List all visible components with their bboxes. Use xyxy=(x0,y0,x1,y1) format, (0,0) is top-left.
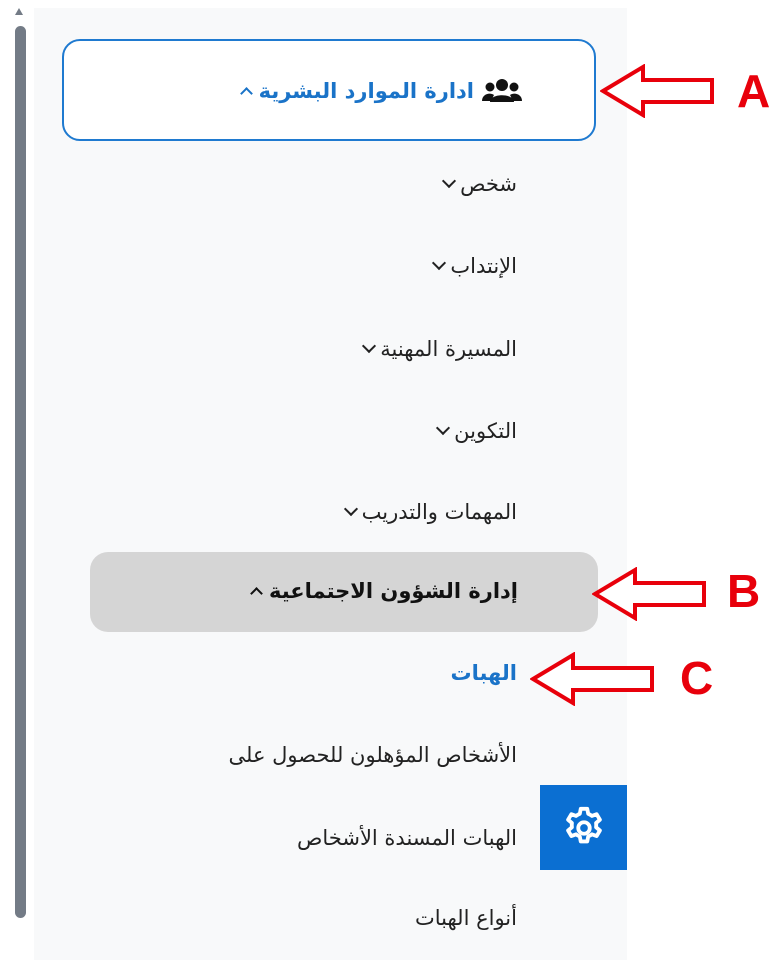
annotation-label-a: A xyxy=(737,65,771,117)
gear-icon xyxy=(565,806,602,843)
scrollbar-thumb[interactable] xyxy=(15,26,26,918)
menu-item-label: الإنتداب xyxy=(450,254,517,278)
chevron-down-icon xyxy=(436,420,451,436)
submenu-item-donations[interactable]: الهبات xyxy=(450,661,517,685)
annotation-label-b: B xyxy=(727,565,761,617)
sidebar-panel xyxy=(34,8,627,960)
chevron-down-icon xyxy=(442,173,457,189)
menu-item-label: المهمات والتدريب xyxy=(361,500,517,524)
chevron-up-icon xyxy=(250,587,263,600)
annotation-arrow-b-icon xyxy=(592,567,706,621)
chevron-up-icon xyxy=(239,87,253,100)
menu-item-secondment[interactable]: الإنتداب xyxy=(432,254,517,278)
submenu-item-assigned-donations[interactable]: الهبات المسندة الأشخاص xyxy=(297,826,517,850)
chevron-down-icon xyxy=(432,255,447,271)
users-icon xyxy=(482,79,522,102)
menu-hr-management-label: ادارة الموارد البشرية xyxy=(258,79,474,103)
menu-social-affairs-label: إدارة الشؤون الاجتماعية xyxy=(268,579,518,603)
submenu-item-label: أنواع الهبات xyxy=(415,906,517,930)
submenu-item-label: الأشخاص المؤهلون للحصول على xyxy=(228,743,517,767)
scroll-up-arrow-icon[interactable] xyxy=(14,6,24,18)
menu-item-label: المسيرة المهنية xyxy=(380,337,517,361)
chevron-down-icon xyxy=(343,501,358,517)
annotation-arrow-a-icon xyxy=(600,64,714,118)
menu-item-missions[interactable]: المهمات والتدريب xyxy=(343,500,517,524)
submenu-item-eligible-persons[interactable]: الأشخاص المؤهلون للحصول على xyxy=(228,743,517,767)
submenu-item-donation-types[interactable]: أنواع الهبات xyxy=(415,906,517,930)
annotation-arrow-c-icon xyxy=(530,652,654,706)
menu-item-person[interactable]: شخص xyxy=(442,172,517,196)
menu-item-training[interactable]: التكوين xyxy=(436,419,517,443)
menu-social-affairs[interactable]: إدارة الشؤون الاجتماعية xyxy=(90,552,598,632)
submenu-item-label: الهبات المسندة الأشخاص xyxy=(297,826,517,850)
menu-hr-management[interactable]: ادارة الموارد البشرية xyxy=(62,39,596,141)
submenu-item-label: الهبات xyxy=(450,661,517,685)
menu-item-label: شخص xyxy=(460,172,517,196)
settings-button[interactable] xyxy=(540,785,627,870)
annotation-label-c: C xyxy=(680,652,714,704)
menu-item-career-path[interactable]: المسيرة المهنية xyxy=(362,337,517,361)
menu-item-label: التكوين xyxy=(454,419,517,443)
chevron-down-icon xyxy=(362,338,377,354)
